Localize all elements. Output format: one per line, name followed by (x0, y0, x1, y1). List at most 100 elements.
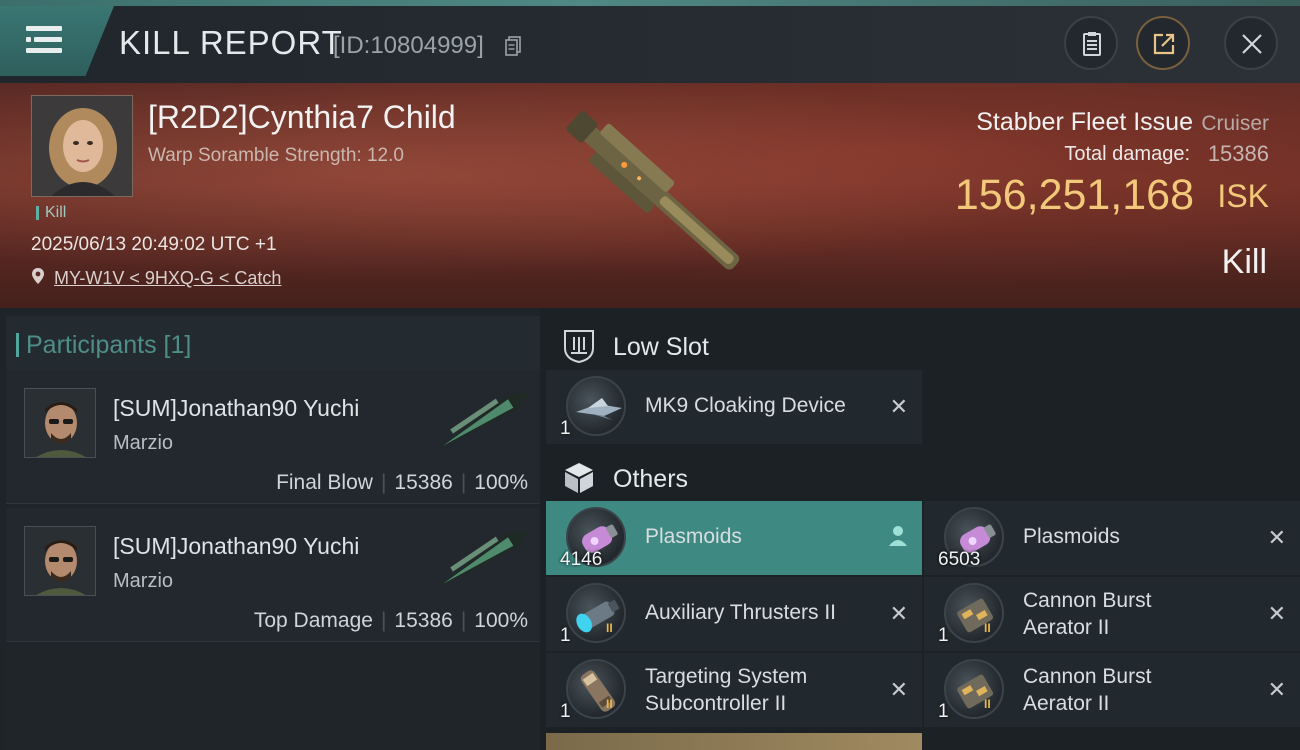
menu-icon-bar-bottom (26, 48, 62, 53)
share-icon (1153, 33, 1175, 55)
kill-result-label: Kill (1221, 243, 1267, 281)
participant-stats: Top Damage | 15386 | 100% (254, 609, 528, 633)
participant-percent: 100% (474, 471, 528, 494)
close-icon[interactable]: ✕ (1268, 601, 1286, 627)
close-icon[interactable]: ✕ (890, 677, 908, 703)
participants-panel: Participants [1] [SUM]Jonathan90 Yuchi M… (0, 308, 540, 750)
kill-location-link[interactable]: MY-W1V < 9HXQ-G < Catch (54, 268, 281, 289)
total-damage-label: Total damage: (1064, 143, 1190, 165)
location-pin-icon (32, 268, 44, 284)
participant-avatar (24, 388, 96, 458)
stat-separator: | (380, 609, 387, 632)
item-quantity: 4146 (560, 549, 603, 570)
item-quantity: 1 (560, 701, 571, 722)
item-name-line1: Targeting System (645, 665, 808, 688)
tier-badge: II (984, 621, 991, 635)
stat-separator: | (380, 471, 387, 494)
thruster-icon (566, 583, 626, 643)
participant-corp: Marzio (113, 432, 174, 454)
page-title: KILL REPORT (119, 24, 343, 61)
item-cannon-burst-aerator[interactable]: II 1 Cannon Burst Aerator II ✕ (924, 653, 1300, 727)
participant-ship-image (434, 530, 528, 590)
participant-row[interactable]: [SUM]Jonathan90 Yuchi Marzio Final Blow |… (6, 370, 540, 504)
user-icon[interactable] (888, 525, 908, 547)
close-icon[interactable]: ✕ (1268, 677, 1286, 703)
close-icon[interactable]: ✕ (890, 394, 908, 420)
isk-value: 156,251,168 (954, 171, 1194, 219)
participant-percent: 100% (474, 609, 528, 632)
participant-role: Final Blow (276, 471, 373, 494)
kill-tag: Kill (36, 205, 66, 221)
item-quantity: 1 (560, 625, 571, 646)
close-button[interactable] (1224, 16, 1278, 70)
isk-unit: ISK (1217, 178, 1269, 214)
total-damage-value: 15386 (1207, 141, 1269, 166)
cube-icon (565, 463, 593, 493)
participant-name: [SUM]Jonathan90 Yuchi (113, 533, 360, 559)
item-name: Targeting System Subcontroller II (645, 663, 807, 717)
item-name: Auxiliary Thrusters II (645, 601, 836, 624)
item-plasmoids[interactable]: 6503 Plasmoids ✕ (924, 501, 1300, 575)
item-quantity: 1 (938, 701, 949, 722)
tier-badge: II (984, 697, 991, 711)
participants-header: Participants [1] (6, 316, 540, 374)
kill-datetime: 2025/06/13 20:49:02 UTC +1 (31, 234, 277, 255)
clipboard-icon (1083, 32, 1101, 56)
share-button[interactable] (1136, 16, 1190, 70)
next-item-partial[interactable] (546, 733, 922, 750)
participant-ship-image (434, 392, 528, 452)
copy-icon[interactable] (505, 36, 521, 56)
close-icon[interactable]: ✕ (1268, 525, 1286, 551)
participant-name: [SUM]Jonathan90 Yuchi (113, 395, 360, 421)
participant-damage: 15386 (394, 609, 453, 632)
participant-row[interactable]: [SUM]Jonathan90 Yuchi Marzio Top Damage |… (6, 508, 540, 642)
item-quantity: 1 (938, 625, 949, 646)
item-name-line2: Aerator II (1023, 692, 1110, 715)
others-header: Others (540, 448, 1300, 508)
item-name-line1: Cannon Burst (1023, 665, 1152, 688)
item-targeting-system-subcontroller[interactable]: II 1 Targeting System Subcontroller II ✕ (546, 653, 922, 727)
item-name: MK9 Cloaking Device (645, 394, 846, 417)
tier-badge: II (606, 621, 613, 635)
stat-separator: | (460, 471, 467, 494)
item-name: Cannon Burst Aerator II (1023, 663, 1151, 717)
warp-scramble-strength: Warp Soramble Strength: 12.0 (148, 145, 404, 166)
participant-corp: Marzio (113, 570, 174, 592)
item-auxiliary-thrusters[interactable]: II 1 Auxiliary Thrusters II ✕ (546, 577, 922, 651)
cannon-aerator-icon (944, 583, 1004, 643)
item-name-line2: Subcontroller II (645, 692, 787, 715)
menu-button[interactable] (0, 6, 114, 76)
others-label: Others (613, 465, 689, 493)
stat-separator: | (460, 609, 467, 632)
menu-icon-dot (26, 37, 31, 42)
participant-role: Top Damage (253, 609, 373, 632)
participants-title: Participants [1] (15, 331, 192, 359)
low-slot-label: Low Slot (613, 333, 709, 361)
cannon-aerator-icon (944, 659, 1004, 719)
victim-ship-class: Cruiser (1201, 112, 1269, 135)
item-plasmoids[interactable]: 4146 Plasmoids (546, 501, 922, 575)
clipboard-button[interactable] (1064, 16, 1118, 70)
item-quantity: 6503 (938, 549, 981, 570)
participants-empty-area (6, 646, 540, 750)
victim-banner: [R2D2]Cynthia7 Child Warp Soramble Stren… (0, 83, 1300, 308)
victim-avatar[interactable] (31, 95, 133, 197)
cloak-icon (566, 376, 626, 436)
item-quantity: 1 (560, 418, 571, 439)
item-mk9-cloaking-device[interactable]: 1 MK9 Cloaking Device ✕ (546, 370, 922, 444)
menu-icon (26, 26, 62, 31)
top-bar: KILL REPORT [ID:10804999] (0, 0, 1300, 83)
tier-badge: II (606, 697, 613, 711)
close-icon (1242, 34, 1262, 54)
participant-damage: 15386 (394, 471, 453, 494)
low-slot-icon (564, 330, 594, 364)
item-name: Plasmoids (1023, 525, 1120, 548)
item-cannon-burst-aerator[interactable]: II 1 Cannon Burst Aerator II ✕ (924, 577, 1300, 651)
item-name: Cannon Burst Aerator II (1023, 587, 1151, 641)
close-icon[interactable]: ✕ (890, 601, 908, 627)
item-name-line1: Cannon Burst (1023, 589, 1152, 612)
low-slot-header: Low Slot (540, 316, 1300, 376)
victim-pilot-name[interactable]: [R2D2]Cynthia7 Child (148, 99, 456, 136)
menu-icon-bar (34, 37, 62, 42)
victim-ship-name[interactable]: Stabber Fleet Issue (976, 108, 1193, 137)
